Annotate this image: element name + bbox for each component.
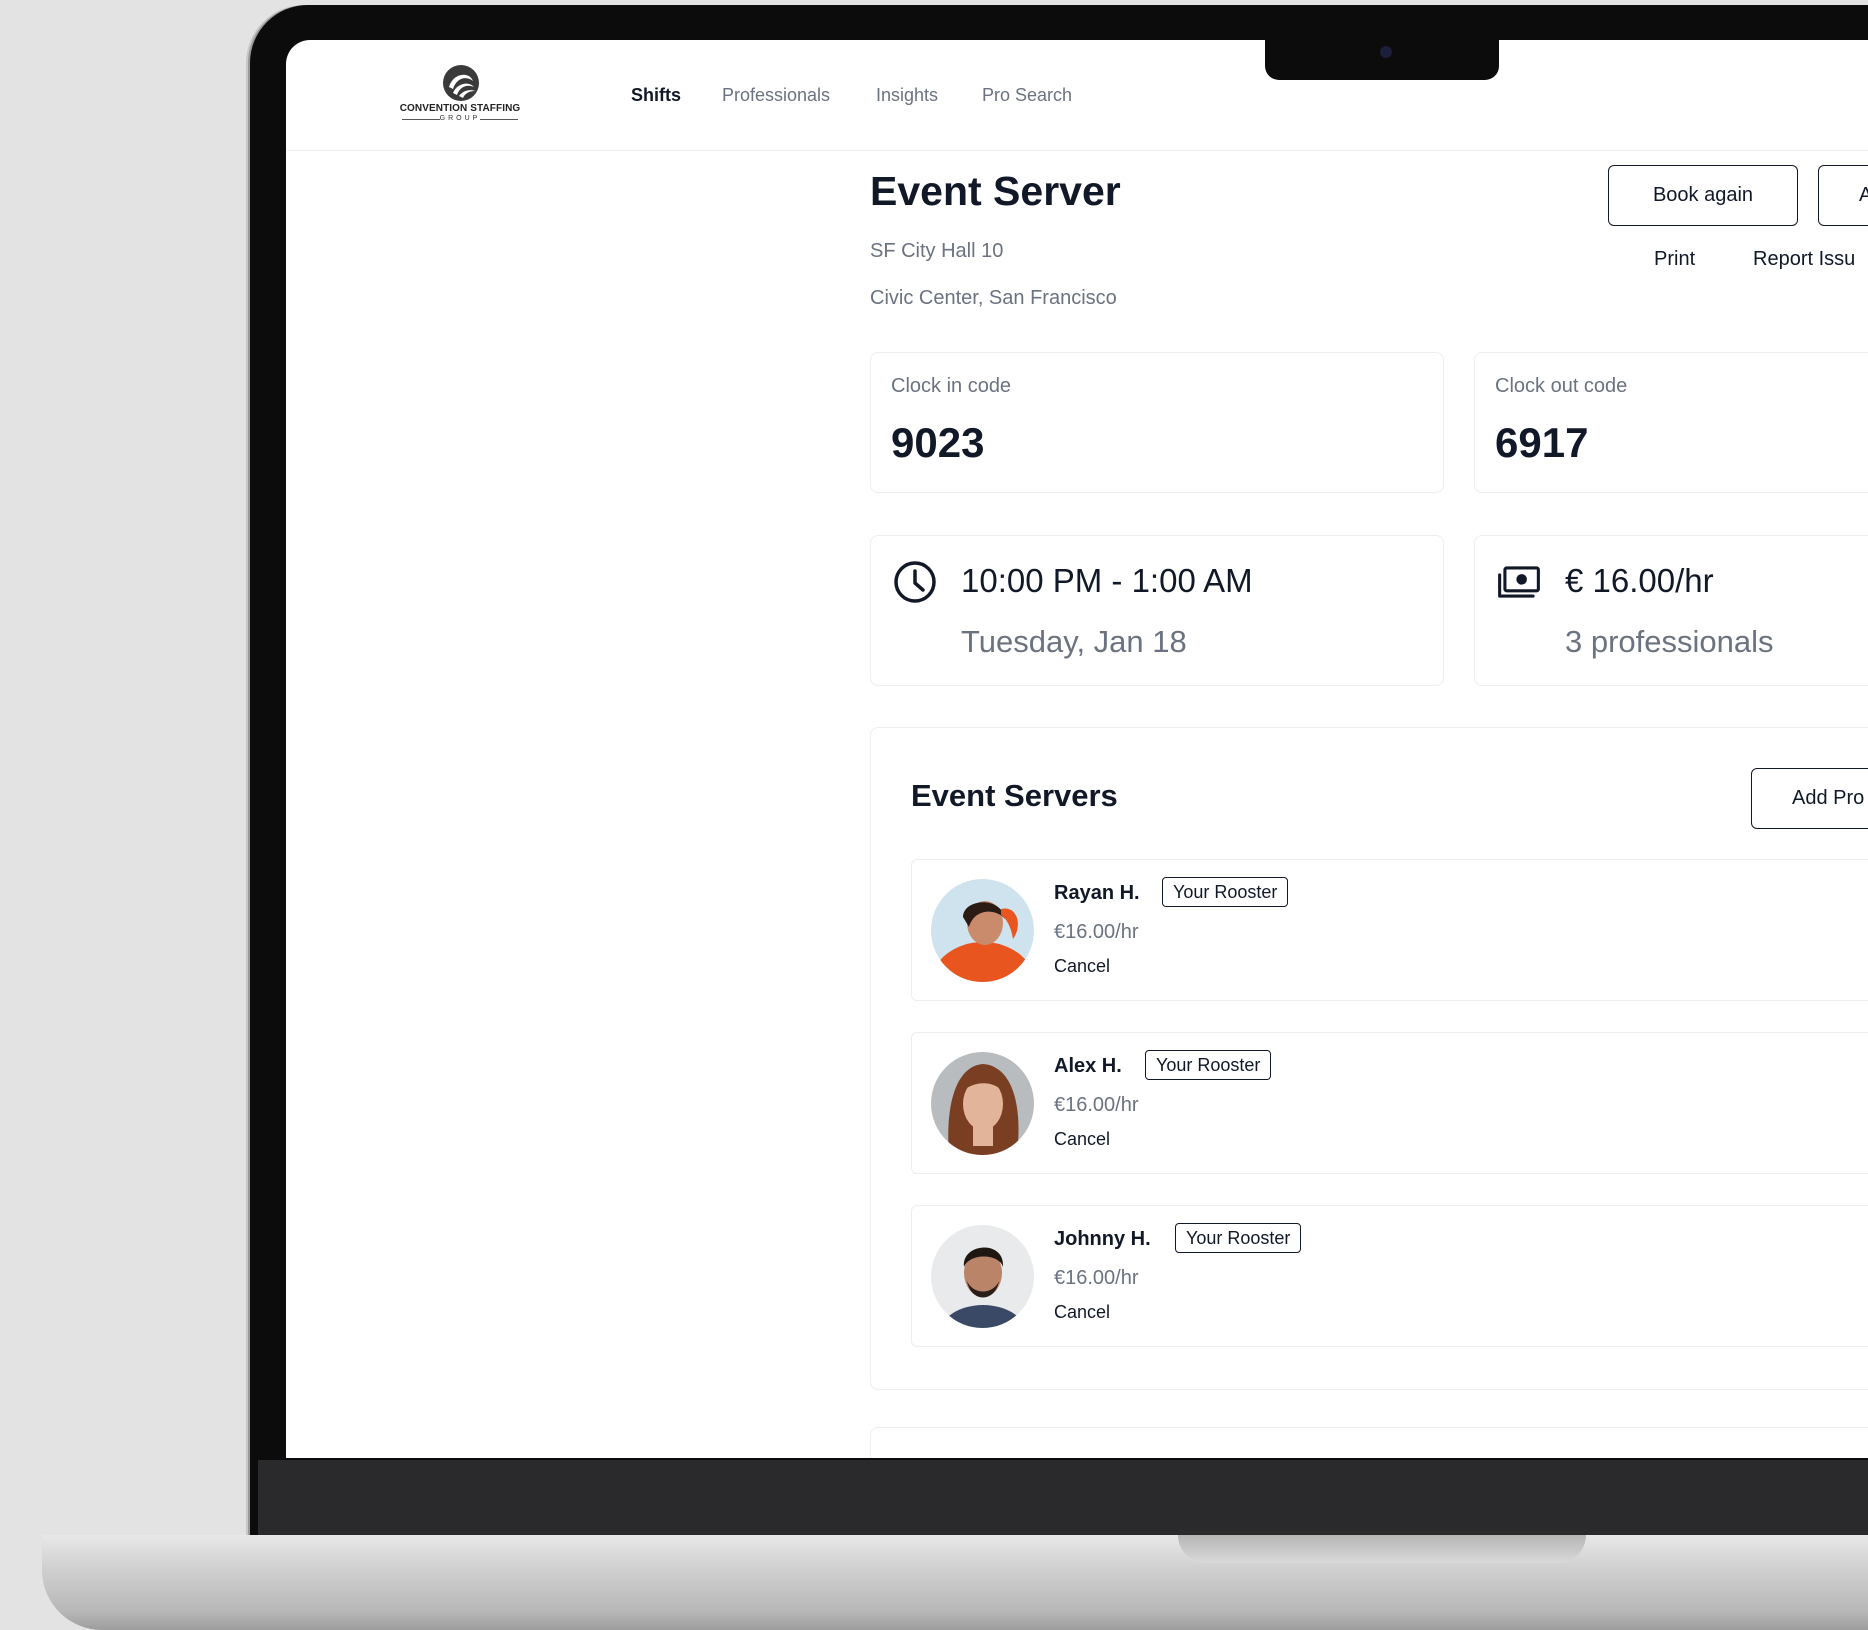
add-pro-button[interactable]: Add Pro (1751, 768, 1868, 829)
clock-in-code: 9023 (891, 419, 985, 466)
venue-location: Civic Center, San Francisco (870, 287, 1117, 309)
venue-name: SF City Hall 10 (870, 240, 1004, 262)
pro-rate: €16.00/hr (1054, 921, 1139, 943)
clock-out-code: 6917 (1495, 419, 1589, 466)
print-button[interactable]: Print (1654, 248, 1695, 271)
pro-name: Rayan H. (1054, 882, 1140, 904)
hourly-rate: € 16.00/hr (1565, 562, 1714, 599)
pro-name: Alex H. (1054, 1055, 1122, 1077)
cash-icon (1498, 566, 1540, 598)
clock-out-label: Clock out code (1495, 375, 1628, 397)
time-range: 10:00 PM - 1:00 AM (961, 562, 1253, 599)
roster-badge: Your Rooster (1175, 1223, 1302, 1253)
roster-badge: Your Rooster (1145, 1050, 1272, 1080)
laptop-base-notch (1178, 1535, 1586, 1563)
cancel-button[interactable]: Cancel (1054, 1129, 1110, 1150)
camera-icon (1380, 46, 1392, 58)
logo-mark-icon (443, 65, 479, 101)
book-again-button[interactable]: Book again (1608, 165, 1798, 226)
nav-shifts[interactable]: Shifts (631, 85, 681, 106)
laptop-bezel-bottom (258, 1460, 1868, 1535)
avatar (931, 1052, 1034, 1155)
top-navigation: CONVENTION STAFFING GROUP Shifts Profess… (286, 40, 1868, 151)
clock-icon (894, 561, 936, 603)
nav-pro-search[interactable]: Pro Search (982, 85, 1072, 106)
pro-row[interactable]: Johnny H. Your Rooster €16.00/hr Cancel (911, 1205, 1868, 1347)
logo-subtext: GROUP (439, 115, 481, 122)
time-card: 10:00 PM - 1:00 AM Tuesday, Jan 18 (870, 535, 1444, 686)
rate-card: € 16.00/hr 3 professionals (1474, 535, 1868, 686)
screen: CONVENTION STAFFING GROUP Shifts Profess… (286, 40, 1868, 1458)
cancel-button[interactable]: Cancel (1054, 956, 1110, 977)
professional-count: 3 professionals (1565, 624, 1774, 659)
pro-rate: €16.00/hr (1054, 1094, 1139, 1116)
page-title: Event Server (870, 168, 1121, 214)
clock-in-label: Clock in code (891, 375, 1012, 397)
logo-text: CONVENTION STAFFING (399, 103, 521, 114)
shift-date: Tuesday, Jan 18 (961, 624, 1187, 659)
avatar (931, 1225, 1034, 1328)
brand-logo[interactable]: CONVENTION STAFFING GROUP (396, 63, 524, 127)
pro-row[interactable]: Alex H. Your Rooster €16.00/hr Cancel (911, 1032, 1868, 1174)
nav-insights[interactable]: Insights (876, 85, 938, 106)
avatar (931, 879, 1034, 982)
pro-rate: €16.00/hr (1054, 1267, 1139, 1289)
pro-row[interactable]: Rayan H. Your Rooster €16.00/hr Cancel (911, 859, 1868, 1001)
next-panel (870, 1427, 1868, 1458)
pro-name: Johnny H. (1054, 1228, 1151, 1250)
nav-professionals[interactable]: Professionals (722, 85, 830, 106)
cancel-button[interactable]: Cancel (1054, 1302, 1110, 1323)
event-servers-panel: Event Servers Add Pro Rayan H. Your Roos… (870, 727, 1868, 1390)
roster-badge: Your Rooster (1162, 877, 1289, 907)
laptop-base (42, 1535, 1868, 1630)
panel-title: Event Servers (911, 778, 1118, 813)
report-issue-button[interactable]: Report Issu (1753, 248, 1855, 271)
clock-out-card: Clock out code 6917 (1474, 352, 1868, 493)
secondary-action-button[interactable]: A (1818, 165, 1868, 226)
clock-in-card: Clock in code 9023 (870, 352, 1444, 493)
